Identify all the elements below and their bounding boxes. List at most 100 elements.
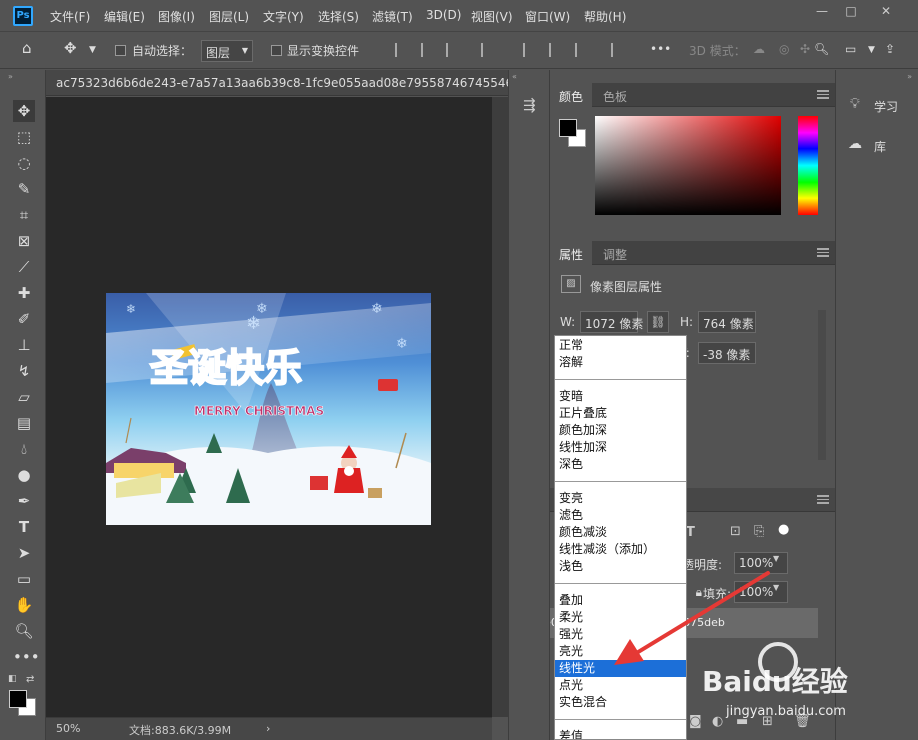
vertical-scrollbar[interactable] (492, 97, 508, 717)
align-bottom-icon[interactable] (575, 43, 589, 57)
blend-option[interactable]: 颜色减淡 (555, 524, 686, 541)
gradient-tool-icon[interactable]: ▤ (13, 412, 35, 434)
roll-3d-icon[interactable]: ◎ (779, 42, 789, 56)
collapse-icon[interactable]: « (512, 72, 517, 81)
share-icon[interactable]: ⇪ (885, 42, 895, 56)
menu-view[interactable]: 视图(V) (471, 8, 513, 25)
close-button[interactable]: ✕ (875, 4, 897, 20)
blend-option[interactable]: 滤色 (555, 507, 686, 524)
menu-help[interactable]: 帮助(H) (584, 8, 626, 25)
properties-panel-icon[interactable]: ⇶ (523, 96, 536, 114)
menu-window[interactable]: 窗口(W) (525, 8, 570, 25)
healing-brush-tool-icon[interactable]: ✚ (13, 282, 35, 304)
blend-mode-dropdown[interactable]: 正常 溶解 变暗 正片叠底 颜色加深 线性加深 深色 变亮 滤色 颜色减淡 线性… (554, 335, 687, 740)
chevron-down-icon[interactable]: ▼ (868, 45, 875, 55)
filter-toggle-icon[interactable]: ● (778, 522, 789, 537)
lasso-tool-icon[interactable]: ◌ (13, 152, 35, 174)
menu-type[interactable]: 文字(Y) (263, 8, 304, 25)
learn-button[interactable]: 💡︎ 学习 (836, 90, 918, 120)
menu-filter[interactable]: 滤镜(T) (372, 8, 413, 25)
tab-properties[interactable]: 属性 (550, 241, 593, 265)
properties-scrollbar[interactable] (818, 310, 826, 460)
pen-tool-icon[interactable]: ✒ (13, 490, 35, 512)
align-right-icon[interactable] (446, 43, 460, 57)
shape-filter-icon[interactable]: ⊡ (730, 524, 741, 539)
align-left-icon[interactable] (395, 43, 409, 57)
blend-option[interactable]: 线性加深 (555, 439, 686, 456)
blur-tool-icon[interactable]: 💧︎ (13, 438, 35, 460)
blend-option[interactable]: 溶解 (555, 354, 686, 371)
workspace-icon[interactable]: ▭ (845, 42, 856, 56)
frame-tool-icon[interactable]: ⊠ (13, 230, 35, 252)
path-select-tool-icon[interactable]: ➤ (13, 542, 35, 564)
orbit-3d-icon[interactable]: ☁ (753, 42, 765, 56)
foreground-color-swatch[interactable] (559, 119, 577, 137)
menu-edit[interactable]: 编辑(E) (104, 8, 145, 25)
chevron-down-icon[interactable]: ▼ (89, 45, 96, 55)
auto-select-checkbox[interactable] (115, 45, 126, 56)
panel-menu-icon[interactable] (817, 495, 829, 504)
blend-option[interactable]: 变暗 (555, 388, 686, 405)
move-tool-icon[interactable]: ✥ (64, 39, 77, 57)
distribute-vertical-icon[interactable] (611, 43, 625, 57)
home-icon[interactable]: ⌂ (22, 39, 32, 57)
blend-option[interactable]: 颜色加深 (555, 422, 686, 439)
photoshop-logo-icon[interactable]: Ps (13, 6, 33, 26)
tab-adjustments[interactable]: 调整 (594, 241, 636, 265)
auto-select-target-select[interactable]: 图层 ▼ (201, 40, 253, 62)
document-image[interactable]: ❄ ❄ ❄ ❄ ❄ 圣诞快乐 MERRY CHRISTMAS (106, 293, 431, 525)
eraser-tool-icon[interactable]: ▱ (13, 386, 35, 408)
align-top-icon[interactable] (523, 43, 537, 57)
add-mask-icon[interactable]: ◙ (689, 714, 702, 729)
blend-option[interactable]: 深色 (555, 456, 686, 473)
blend-option[interactable]: 差值 (555, 728, 686, 739)
type-tool-icon[interactable]: T (13, 516, 35, 538)
clone-stamp-tool-icon[interactable]: ⊥ (13, 334, 35, 356)
more-options-icon[interactable]: ••• (650, 42, 671, 56)
hand-tool-icon[interactable]: ✋ (13, 594, 35, 616)
hue-slider[interactable] (798, 116, 818, 215)
zoom-level[interactable]: 50% (56, 722, 80, 735)
type-filter-icon[interactable]: T (686, 525, 695, 540)
collapse-icon[interactable]: » (907, 72, 912, 81)
crop-tool-icon[interactable]: ⌗ (13, 204, 35, 226)
show-transform-checkbox[interactable] (271, 45, 282, 56)
menu-3d[interactable]: 3D(D) (426, 8, 461, 22)
edit-toolbar-icon[interactable]: ••• (13, 646, 40, 668)
marquee-tool-icon[interactable]: ⬚ (13, 126, 35, 148)
collapse-icon[interactable]: » (8, 72, 13, 81)
blend-option[interactable]: 线性减淡（添加） (555, 541, 686, 558)
zoom-tool-icon[interactable]: 🔍︎ (13, 620, 35, 642)
default-colors-icon[interactable]: ◧ (8, 674, 17, 684)
link-icon[interactable]: ⛓ (647, 311, 669, 333)
panel-menu-icon[interactable] (817, 90, 829, 99)
blend-option[interactable]: 实色混合 (555, 694, 686, 711)
library-button[interactable]: ☁ 库 (836, 130, 918, 160)
move-tool-icon[interactable]: ✥ (13, 100, 35, 122)
blend-option[interactable]: 正常 (555, 337, 686, 354)
menu-layer[interactable]: 图层(L) (209, 8, 249, 25)
menu-image[interactable]: 图像(I) (158, 8, 195, 25)
align-center-icon[interactable] (421, 43, 435, 57)
smart-object-filter-icon[interactable]: ⎘ (754, 524, 764, 539)
menu-file[interactable]: 文件(F) (50, 8, 90, 25)
distribute-icon[interactable] (481, 43, 495, 57)
width-field[interactable]: 1072 像素 (580, 311, 643, 333)
eyedropper-tool-icon[interactable]: ⟋ (13, 256, 35, 278)
rectangle-tool-icon[interactable]: ▭ (13, 568, 35, 590)
blend-option[interactable]: 正片叠底 (555, 405, 686, 422)
menu-select[interactable]: 选择(S) (318, 8, 359, 25)
chevron-right-icon[interactable]: › (266, 722, 270, 735)
maximize-button[interactable]: □ (840, 4, 862, 20)
swap-colors-icon[interactable]: ⇄ (26, 674, 34, 685)
blend-option[interactable]: 变亮 (555, 490, 686, 507)
tab-color[interactable]: 颜色 (550, 83, 593, 107)
y-field[interactable]: -38 像素 (698, 342, 756, 364)
color-field[interactable] (595, 116, 781, 215)
dodge-tool-icon[interactable]: ● (13, 464, 35, 486)
height-field[interactable]: 764 像素 (698, 311, 756, 333)
blend-option[interactable]: 点光 (555, 677, 686, 694)
align-middle-icon[interactable] (549, 43, 563, 57)
brush-tool-icon[interactable]: ✐ (13, 308, 35, 330)
pan-3d-icon[interactable]: ✣ (800, 42, 810, 56)
